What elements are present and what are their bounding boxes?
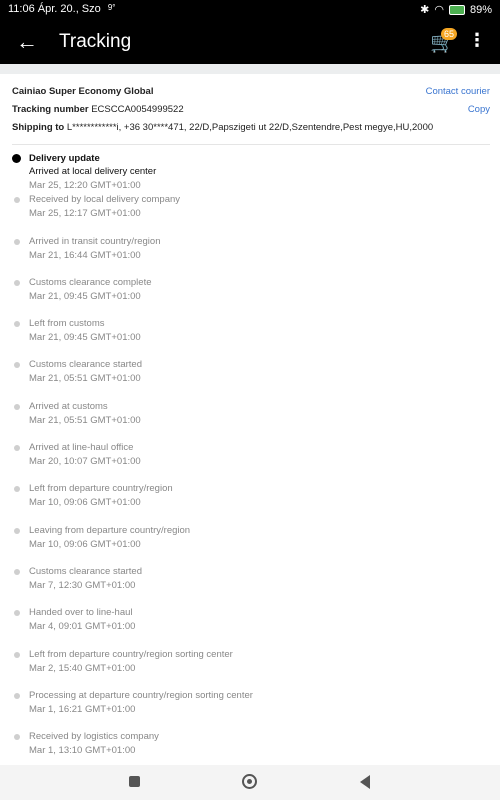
shipping-address: L************i, +36 30****471, 22/D,Paps…	[66, 122, 434, 133]
timeline-event: Processing at departure country/region s…	[10, 689, 490, 730]
timeline-dot	[14, 610, 20, 617]
system-nav-bar	[0, 765, 500, 800]
contact-courier-link[interactable]: Contact courier	[426, 86, 490, 97]
event-status: Arrived at local delivery center	[29, 166, 157, 177]
status-date: Ápr. 20., Szo	[37, 3, 101, 15]
bluetooth-icon: ✱	[420, 4, 430, 16]
event-status: Left from departure country/region	[29, 483, 173, 495]
back-icon[interactable]	[360, 775, 370, 789]
timeline-dot	[14, 445, 20, 452]
timeline-dot	[14, 651, 20, 658]
delivery-update-header: Delivery update	[29, 153, 100, 164]
event-status: Received by local delivery company	[29, 194, 181, 206]
timeline-dot-current	[12, 154, 21, 163]
event-time: Mar 1, 13:10 GMT+01:00	[29, 745, 136, 757]
timeline-event: Received by local delivery company Mar 25…	[10, 193, 490, 234]
status-bar: 11:06 Ápr. 20., Szo 9° ✱ ◠ 89%	[0, 0, 500, 20]
wifi-icon: ◠	[434, 4, 444, 16]
timeline-event-current: Delivery update Arrived at local deliver…	[10, 152, 490, 193]
back-arrow-icon[interactable]: ←	[16, 28, 38, 56]
event-status: Customs clearance complete	[29, 276, 152, 288]
cart-badge: 65	[441, 28, 458, 40]
timeline-event: Handed over to line-haul Mar 4, 09:01 GMT…	[10, 606, 490, 647]
tracking-number-label: Tracking number	[12, 104, 89, 115]
event-time: Mar 21, 09:45 GMT+01:00	[29, 290, 141, 302]
timeline-dot	[14, 403, 20, 410]
event-time: Mar 20, 10:07 GMT+01:00	[29, 456, 141, 468]
timeline-event: Left from departure country/region Mar 10…	[10, 482, 490, 523]
shipment-info: Cainiao Super Economy Global Contact cou…	[12, 86, 490, 145]
battery-level: 89%	[469, 3, 492, 16]
section-divider	[0, 64, 500, 74]
event-status: Customs clearance started	[29, 359, 142, 371]
page-title: Tracking	[59, 31, 132, 52]
event-time: Mar 1, 16:21 GMT+01:00	[29, 703, 136, 715]
timeline-dot	[14, 527, 20, 534]
timeline-dot	[14, 321, 20, 328]
event-time: Mar 21, 16:44 GMT+01:00	[29, 249, 141, 261]
shipping-to-label: Shipping to	[12, 122, 65, 133]
event-time: Mar 25, 12:20 GMT+01:00	[29, 180, 141, 191]
battery-icon	[448, 4, 465, 15]
timeline-event: Arrived in transit country/region Mar 21,…	[10, 235, 490, 276]
recent-apps-icon[interactable]	[129, 776, 140, 787]
timeline-dot	[14, 362, 20, 369]
carrier-name: Cainiao Super Economy Global	[12, 86, 154, 97]
info-divider	[12, 144, 490, 145]
event-status: Leaving from departure country/region	[29, 524, 191, 536]
app-bar: ← Tracking 🛒 65 ⋮	[0, 20, 500, 64]
timeline-dot	[14, 734, 20, 741]
copy-button[interactable]: Copy	[468, 104, 490, 115]
tracking-timeline: Delivery update Arrived at local deliver…	[10, 152, 490, 771]
event-time: Mar 7, 12:30 GMT+01:00	[29, 579, 136, 591]
event-status: Handed over to line-haul	[29, 607, 133, 619]
event-time: Mar 2, 15:40 GMT+01:00	[29, 662, 136, 674]
event-status: Processing at departure country/region s…	[29, 689, 253, 701]
timeline-dot	[14, 692, 20, 699]
timeline-event: Left from customs Mar 21, 09:45 GMT+01:00	[10, 317, 490, 358]
event-time: Mar 4, 09:01 GMT+01:00	[29, 621, 136, 633]
event-status: Left from departure country/region sorti…	[29, 648, 233, 660]
event-status: Left from customs	[29, 318, 105, 330]
event-time: Mar 21, 05:51 GMT+01:00	[29, 414, 141, 426]
timeline-dot	[14, 279, 20, 286]
event-time: Mar 10, 09:06 GMT+01:00	[29, 497, 141, 509]
status-time: 11:06	[8, 3, 35, 15]
event-time: Mar 21, 05:51 GMT+01:00	[29, 373, 141, 385]
event-status: Arrived at customs	[29, 400, 108, 412]
timeline-event: Arrived at line-haul office Mar 20, 10:07…	[10, 441, 490, 482]
event-status: Received by logistics company	[29, 731, 159, 743]
timeline-dot	[14, 568, 20, 575]
timeline-event: Left from departure country/region sorti…	[10, 648, 490, 689]
timeline-dot	[14, 238, 20, 245]
more-vert-icon[interactable]: ⋮	[468, 30, 486, 51]
timeline-dot	[14, 486, 20, 493]
timeline-event: Customs clearance complete Mar 21, 09:45 …	[10, 276, 490, 317]
event-time: Mar 10, 09:06 GMT+01:00	[29, 538, 141, 550]
home-icon[interactable]	[242, 774, 257, 789]
status-temperature: 9°	[107, 3, 116, 12]
timeline-event: Customs clearance started Mar 7, 12:30 GM…	[10, 565, 490, 606]
event-time: Mar 21, 09:45 GMT+01:00	[29, 332, 141, 344]
tracking-number: ECSCCA0054999522	[91, 104, 184, 115]
timeline-event: Leaving from departure country/region Mar…	[10, 524, 490, 565]
event-status: Arrived in transit country/region	[29, 235, 161, 247]
event-time: Mar 25, 12:17 GMT+01:00	[29, 208, 141, 220]
timeline-event: Customs clearance started Mar 21, 05:51 G…	[10, 358, 490, 399]
timeline-event: Arrived at customs Mar 21, 05:51 GMT+01:0…	[10, 400, 490, 441]
event-status: Arrived at line-haul office	[29, 442, 134, 454]
event-status: Customs clearance started	[29, 565, 142, 577]
timeline-dot	[14, 197, 20, 204]
